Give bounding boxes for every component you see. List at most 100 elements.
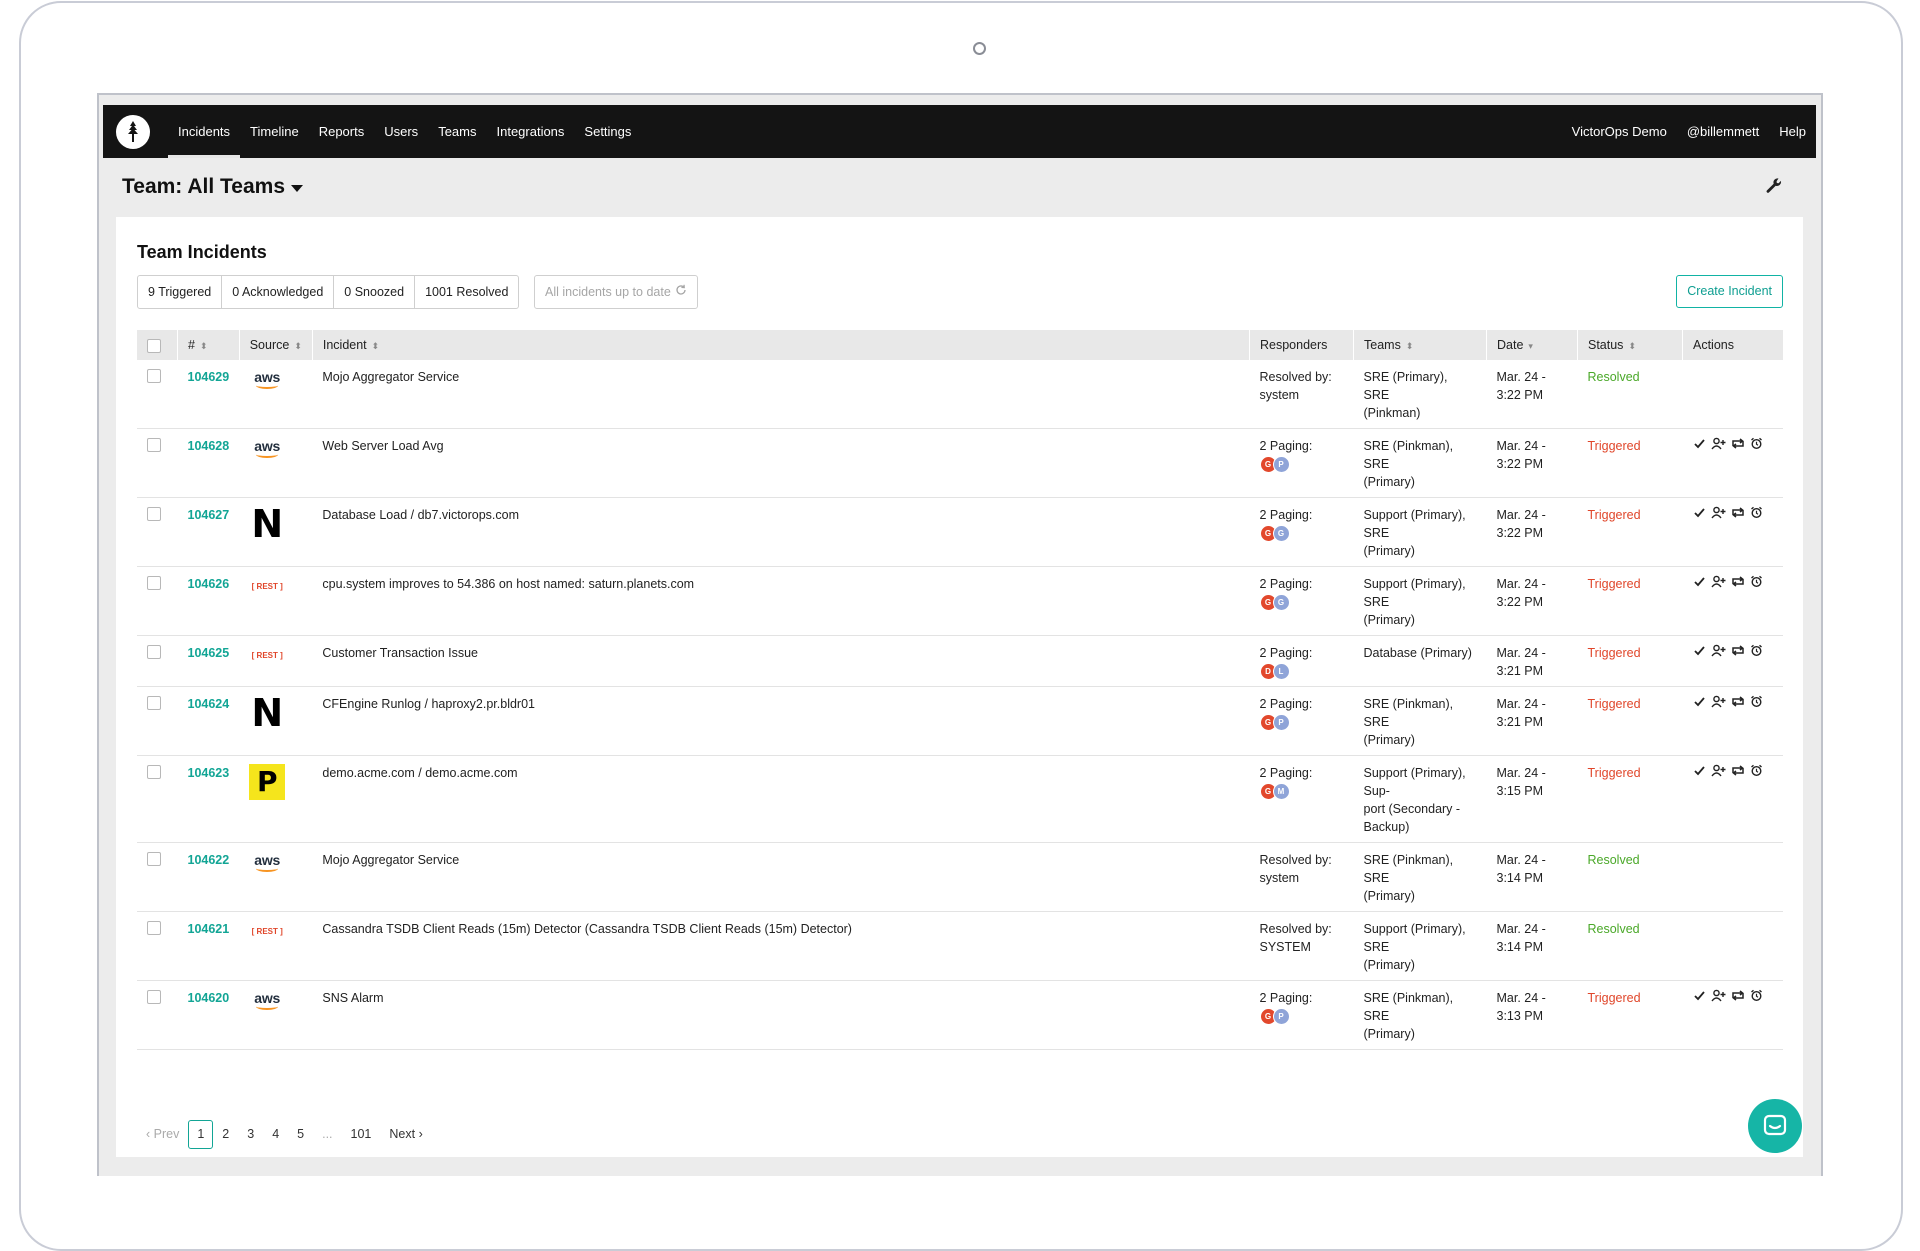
- refresh-button[interactable]: All incidents up to date: [534, 275, 698, 309]
- avatar[interactable]: P: [1272, 714, 1290, 731]
- table-row[interactable]: 104620 aws SNS Alarm 2 Paging: G P SRE (Pinkma…: [137, 981, 1783, 1050]
- wrench-icon[interactable]: [1765, 177, 1783, 200]
- team-selector[interactable]: Team: All Teams: [122, 175, 303, 199]
- chat-icon[interactable]: [1748, 1099, 1802, 1153]
- next-page-button[interactable]: Next ›: [380, 1121, 431, 1148]
- victorops-logo-icon[interactable]: [116, 114, 150, 149]
- incident-id-link[interactable]: 104620: [188, 991, 230, 1005]
- table-row[interactable]: 104623 Pdemo.acme.com / demo.acme.com 2 Pa…: [137, 756, 1783, 843]
- incident-name[interactable]: Mojo Aggregator Service: [322, 370, 459, 384]
- add-user-icon[interactable]: [1710, 506, 1726, 524]
- avatar[interactable]: L: [1272, 663, 1290, 680]
- incident-id-link[interactable]: 104624: [188, 697, 230, 711]
- incident-id-link[interactable]: 104623: [188, 766, 230, 780]
- snooze-alarm-icon[interactable]: [1750, 437, 1763, 455]
- checkmark-icon[interactable]: [1693, 506, 1706, 524]
- checkmark-icon[interactable]: [1693, 644, 1706, 662]
- select-all-checkbox[interactable]: [147, 338, 161, 353]
- row-checkbox[interactable]: [147, 765, 161, 779]
- incident-id-link[interactable]: 104629: [188, 370, 230, 384]
- checkmark-icon[interactable]: [1693, 575, 1706, 593]
- row-checkbox[interactable]: [147, 990, 161, 1004]
- incident-id-link[interactable]: 104628: [188, 439, 230, 453]
- table-row[interactable]: 104622 aws Mojo Aggregator Service Resolved…: [137, 843, 1783, 912]
- checkmark-icon[interactable]: [1693, 764, 1706, 782]
- row-checkbox[interactable]: [147, 696, 161, 710]
- prev-page-button[interactable]: ‹ Prev: [137, 1121, 188, 1148]
- incident-name[interactable]: Database Load / db7.victorops.com: [322, 508, 519, 522]
- nav-item-integrations[interactable]: Integrations: [486, 105, 574, 158]
- table-row[interactable]: 104624 N CFEngine Runlog / haproxy2.pr.bld…: [137, 687, 1783, 756]
- table-row[interactable]: 104629 aws Mojo Aggregator Service Resolved…: [137, 360, 1783, 429]
- resolved-count-button[interactable]: 1001 Resolved: [414, 275, 520, 309]
- checkmark-icon[interactable]: [1693, 989, 1706, 1007]
- incident-id-link[interactable]: 104621: [188, 922, 230, 936]
- add-user-icon[interactable]: [1710, 575, 1726, 593]
- incident-name[interactable]: Customer Transaction Issue: [322, 646, 478, 660]
- nav-item-reports[interactable]: Reports: [309, 105, 375, 158]
- page-button[interactable]: 3: [238, 1121, 263, 1148]
- table-row[interactable]: 104626 [ REST ] cpu.system improves to 54.…: [137, 567, 1783, 636]
- snoozed-count-button[interactable]: 0 Snoozed: [333, 275, 416, 309]
- page-button[interactable]: 1: [188, 1120, 214, 1149]
- help-link[interactable]: Help: [1769, 105, 1816, 158]
- reroute-icon[interactable]: [1731, 764, 1745, 782]
- nav-item-incidents[interactable]: Incidents: [168, 105, 241, 158]
- checkmark-icon[interactable]: [1693, 437, 1706, 455]
- table-row[interactable]: 104621 [ REST ] Cassandra TSDB Client Read…: [137, 912, 1783, 981]
- add-user-icon[interactable]: [1710, 644, 1726, 662]
- incident-name[interactable]: CFEngine Runlog / haproxy2.pr.bldr01: [322, 697, 535, 711]
- snooze-alarm-icon[interactable]: [1750, 644, 1763, 662]
- snooze-alarm-icon[interactable]: [1750, 575, 1763, 593]
- user-menu-link[interactable]: @billemmett: [1677, 105, 1769, 158]
- page-button[interactable]: 5: [288, 1121, 313, 1148]
- checkmark-icon[interactable]: [1693, 695, 1706, 713]
- avatar[interactable]: P: [1272, 456, 1290, 473]
- reroute-icon[interactable]: [1731, 644, 1745, 662]
- incident-id-link[interactable]: 104627: [188, 508, 230, 522]
- add-user-icon[interactable]: [1710, 764, 1726, 782]
- reroute-icon[interactable]: [1731, 695, 1745, 713]
- incident-name[interactable]: SNS Alarm: [322, 991, 383, 1005]
- page-button[interactable]: 2: [213, 1121, 238, 1148]
- incident-name[interactable]: demo.acme.com / demo.acme.com: [322, 766, 517, 780]
- header-id[interactable]: # ⬍: [177, 330, 240, 360]
- nav-item-timeline[interactable]: Timeline: [240, 105, 309, 158]
- row-checkbox[interactable]: [147, 369, 161, 383]
- incident-name[interactable]: Web Server Load Avg: [322, 439, 443, 453]
- row-checkbox[interactable]: [147, 852, 161, 866]
- add-user-icon[interactable]: [1710, 989, 1726, 1007]
- nav-item-teams[interactable]: Teams: [428, 105, 486, 158]
- snooze-alarm-icon[interactable]: [1750, 989, 1763, 1007]
- row-checkbox[interactable]: [147, 576, 161, 590]
- header-source[interactable]: Source ⬍: [239, 330, 313, 360]
- row-checkbox[interactable]: [147, 507, 161, 521]
- table-row[interactable]: 104628 aws Web Server Load Avg 2 Paging: G P S…: [137, 429, 1783, 498]
- header-date[interactable]: Date ▾: [1486, 330, 1578, 360]
- incident-id-link[interactable]: 104625: [188, 646, 230, 660]
- acknowledged-count-button[interactable]: 0 Acknowledged: [221, 275, 335, 309]
- create-incident-button[interactable]: Create Incident: [1676, 275, 1783, 308]
- incident-id-link[interactable]: 104626: [188, 577, 230, 591]
- reroute-icon[interactable]: [1731, 575, 1745, 593]
- table-row[interactable]: 104627 N Database Load / db7.victorops.com…: [137, 498, 1783, 567]
- incident-name[interactable]: cpu.system improves to 54.386 on host na…: [322, 577, 694, 591]
- header-select-all[interactable]: [137, 330, 178, 360]
- row-checkbox[interactable]: [147, 645, 161, 659]
- add-user-icon[interactable]: [1710, 437, 1726, 455]
- page-button[interactable]: 101: [342, 1121, 381, 1148]
- table-row[interactable]: 104625 [ REST ] Customer Transaction Issue…: [137, 636, 1783, 687]
- row-checkbox[interactable]: [147, 438, 161, 452]
- snooze-alarm-icon[interactable]: [1750, 506, 1763, 524]
- nav-item-settings[interactable]: Settings: [574, 105, 641, 158]
- nav-item-users[interactable]: Users: [374, 105, 428, 158]
- page-button[interactable]: 4: [263, 1121, 288, 1148]
- avatar[interactable]: G: [1272, 525, 1290, 542]
- row-checkbox[interactable]: [147, 921, 161, 935]
- incident-name[interactable]: Cassandra TSDB Client Reads (15m) Detect…: [322, 922, 852, 936]
- incident-id-link[interactable]: 104622: [188, 853, 230, 867]
- avatar[interactable]: G: [1272, 594, 1290, 611]
- snooze-alarm-icon[interactable]: [1750, 764, 1763, 782]
- add-user-icon[interactable]: [1710, 695, 1726, 713]
- header-teams[interactable]: Teams ⬍: [1353, 330, 1487, 360]
